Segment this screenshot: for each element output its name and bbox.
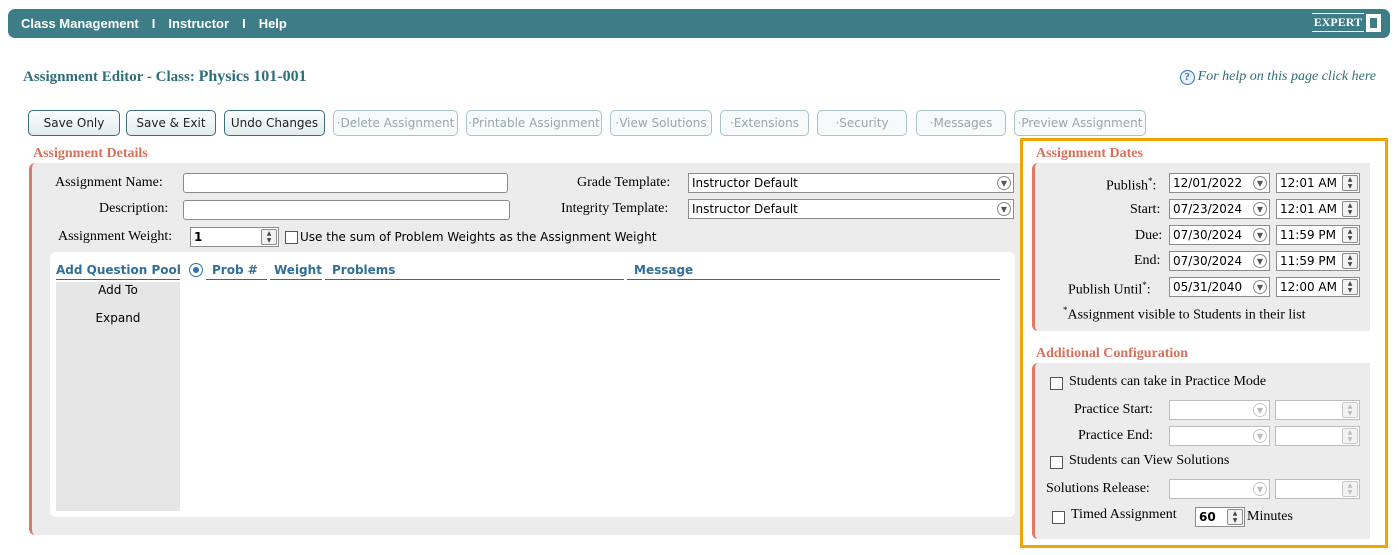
- chevron-down-icon: ▼: [997, 176, 1011, 190]
- integrity-template-select[interactable]: Instructor Default ▼: [688, 199, 1014, 219]
- nav-separator: I: [151, 16, 156, 31]
- view-solutions-button[interactable]: ·View Solutions: [610, 110, 712, 136]
- save-only-button[interactable]: Save Only: [28, 110, 120, 136]
- delete-assignment-button[interactable]: ·Delete Assignment: [333, 110, 458, 136]
- integrity-template-label: Integrity Template:: [561, 201, 669, 216]
- assignment-details-title: Assignment Details: [33, 146, 148, 161]
- printable-assignment-button[interactable]: ·Printable Assignment: [466, 110, 602, 136]
- chevron-down-icon: ▼: [997, 202, 1011, 216]
- nav-class-management[interactable]: Class Management: [21, 16, 139, 31]
- page-title-prefix: Assignment Editor - Class:: [23, 69, 195, 85]
- expert-logo: EXPERT: [1311, 13, 1381, 32]
- description-input[interactable]: [183, 200, 510, 220]
- spinner-icon[interactable]: ▲ ▼: [261, 229, 277, 245]
- security-button[interactable]: ·Security: [817, 110, 907, 136]
- assignment-name-input[interactable]: [183, 173, 508, 193]
- description-label: Description:: [99, 201, 169, 216]
- save-exit-button[interactable]: Save & Exit: [126, 110, 216, 136]
- sum-weights-label: Use the sum of Problem Weights as the As…: [300, 230, 657, 244]
- assignment-weight-label: Assignment Weight:: [58, 229, 173, 244]
- class-name: Physics 101-001: [198, 68, 307, 85]
- nav-help[interactable]: Help: [259, 16, 287, 31]
- column-message[interactable]: Message: [627, 263, 1000, 280]
- grade-template-value: Instructor Default: [692, 176, 798, 190]
- logo-text: EXPERT: [1311, 13, 1364, 32]
- assignment-name-label: Assignment Name:: [55, 175, 163, 190]
- column-weight[interactable]: Weight: [270, 263, 322, 280]
- assignment-weight-value: 1: [194, 230, 203, 244]
- help-link-text[interactable]: For help on this page click here: [1198, 69, 1376, 85]
- page-title: Assignment Editor - Class: Physics 101-0…: [23, 68, 307, 86]
- assignment-weight-stepper[interactable]: 1 ▲ ▼: [190, 227, 279, 247]
- help-icon: ?: [1179, 69, 1195, 85]
- nav-instructor[interactable]: Instructor: [168, 16, 229, 31]
- integrity-template-value: Instructor Default: [692, 202, 798, 216]
- grade-template-select[interactable]: Instructor Default ▼: [688, 173, 1014, 193]
- question-pool-sidebar: Add To Expand: [56, 282, 180, 511]
- column-prob-number[interactable]: Prob #: [206, 263, 267, 280]
- grade-template-label: Grade Template:: [577, 175, 671, 190]
- logo-mark-icon: [1366, 13, 1381, 32]
- extensions-button[interactable]: ·Extensions: [720, 110, 809, 136]
- top-nav-bar: Class Management I Instructor I Help EXP…: [8, 9, 1390, 38]
- sum-weights-checkbox[interactable]: [285, 231, 298, 244]
- undo-changes-button[interactable]: Undo Changes: [224, 110, 325, 136]
- highlight-box: [1020, 138, 1388, 548]
- problems-area: [50, 252, 1015, 517]
- messages-button[interactable]: ·Messages: [916, 110, 1006, 136]
- expand-button[interactable]: Expand: [56, 311, 180, 325]
- add-question-pool-link[interactable]: Add Question Pool: [56, 263, 181, 280]
- column-problems[interactable]: Problems: [325, 263, 624, 280]
- help-link[interactable]: ? For help on this page click here: [1179, 69, 1376, 85]
- nav-separator: I: [242, 16, 246, 31]
- add-to-button[interactable]: Add To: [56, 283, 180, 297]
- preview-assignment-button[interactable]: ·Preview Assignment: [1014, 110, 1146, 136]
- select-all-radio[interactable]: [189, 263, 203, 277]
